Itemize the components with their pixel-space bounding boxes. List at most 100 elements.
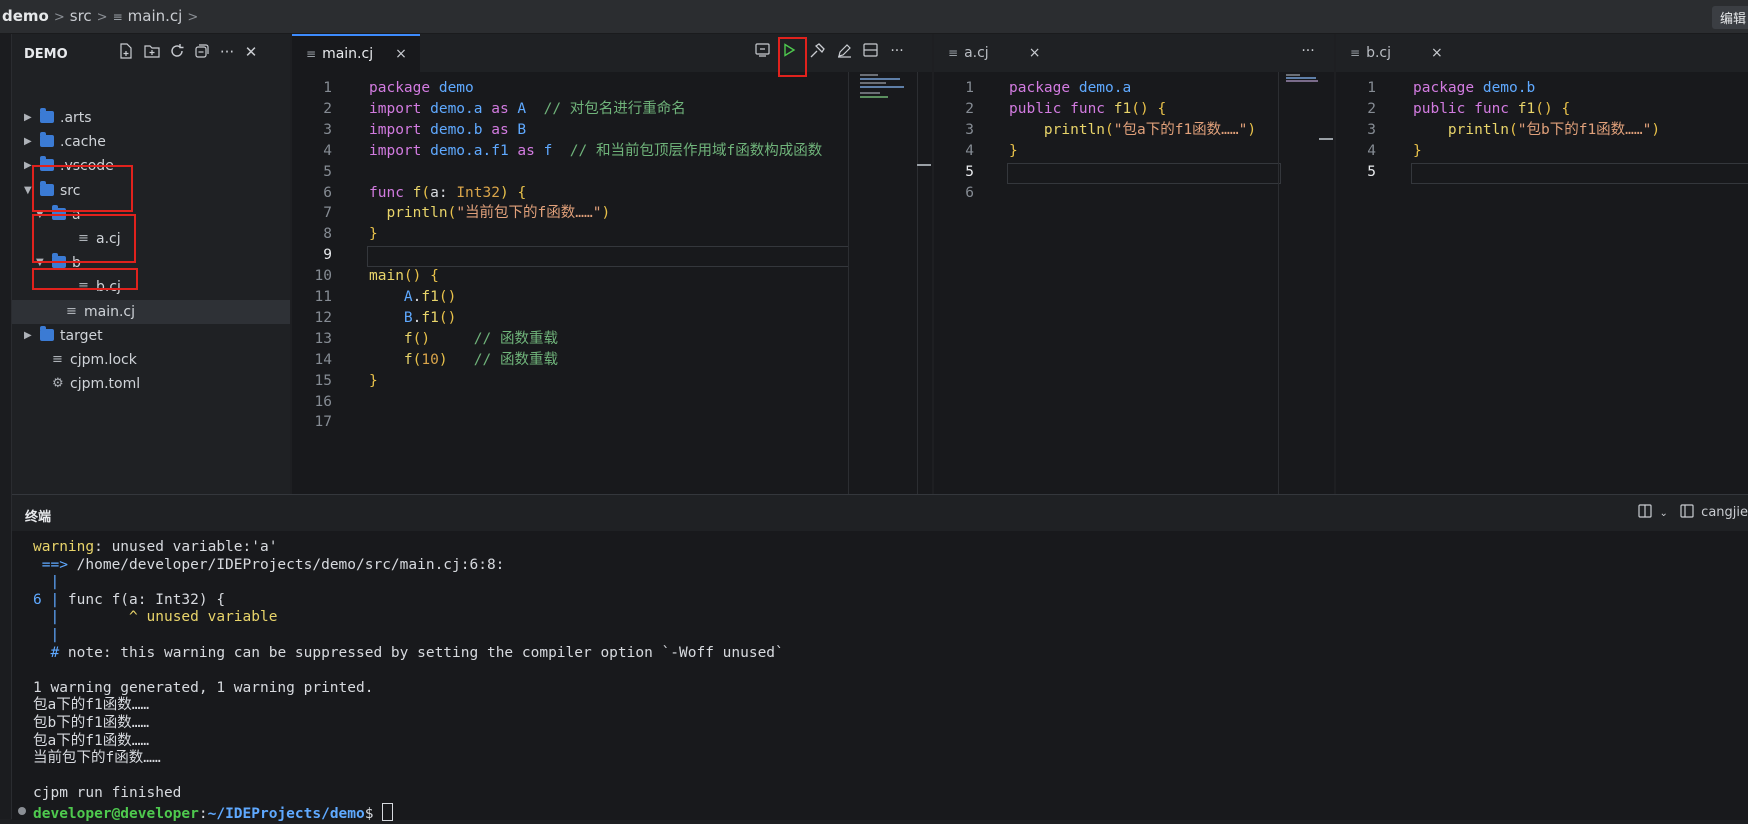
chevron-down-icon[interactable]: ⌄ — [1660, 508, 1668, 519]
scrollbar-marker — [1319, 138, 1333, 140]
folder-icon — [40, 111, 54, 123]
terminal-line: 当前包下的f函数…… — [33, 750, 161, 768]
scrollbar-marker — [917, 164, 931, 166]
minimap[interactable] — [1286, 74, 1322, 84]
terminal-line: 包a下的f1函数…… — [33, 733, 149, 751]
minimap[interactable] — [860, 74, 912, 104]
code-text: } — [1413, 141, 1422, 162]
terminal-line: ==> /home/developer/IDEProjects/demo/src… — [33, 557, 504, 575]
split-terminal-icon[interactable] — [1638, 504, 1652, 522]
code-text: public func f1() { — [1009, 99, 1166, 120]
code-token: "包b下的f1函数……" — [1518, 122, 1652, 138]
gear-icon: ⚙ — [52, 372, 64, 396]
line-number: 9 — [292, 245, 332, 266]
tab-close-button[interactable]: × — [1029, 45, 1041, 61]
main-cj-highlight — [32, 268, 138, 290]
more-icon[interactable]: ··· — [217, 42, 237, 62]
collapse-all-icon[interactable] — [192, 43, 212, 63]
code-token: () — [1535, 101, 1552, 117]
terminal-text: | — [33, 609, 59, 625]
breadcrumb-separator: > — [97, 10, 108, 25]
tree-item-target[interactable]: ▶ target — [12, 324, 290, 348]
tree-item-label: target — [60, 324, 103, 348]
tree-item-arts[interactable]: ▶.arts — [12, 106, 290, 130]
tree-item-cache[interactable]: ▶.cache — [12, 130, 290, 154]
chevron-right-icon[interactable]: ▶ — [24, 130, 32, 154]
code-line: 17 — [292, 412, 932, 433]
terminal-text: 1 warning generated, 1 warning printed. — [33, 680, 373, 696]
preview-icon[interactable] — [752, 43, 772, 63]
breadcrumb-item-main-cj[interactable]: main.cj — [128, 7, 183, 25]
terminal-line: 6 | func f(a: Int32) { — [33, 592, 225, 610]
tab-close-button[interactable]: × — [1431, 45, 1443, 61]
terminal-text: cjpm run finished — [33, 785, 181, 801]
panel-header: 终端 ⌄ cangjie — [12, 495, 1748, 531]
code-text: main() { — [369, 266, 439, 287]
tab-bar: ≡a.cj× ··· — [934, 34, 1334, 72]
new-folder-icon[interactable] — [142, 43, 162, 63]
line-number: 1 — [292, 78, 332, 99]
tree-item-maincj[interactable]: ≡main.cj — [12, 300, 290, 324]
line-number: 6 — [934, 183, 974, 204]
tree-item-label: main.cj — [84, 300, 135, 324]
breadcrumb-item-demo[interactable]: demo — [2, 7, 49, 25]
code-token: A — [517, 101, 526, 117]
code-token: } — [1009, 143, 1018, 159]
line-number: 2 — [1336, 99, 1376, 120]
more-icon[interactable]: ··· — [887, 41, 907, 61]
line-number: 2 — [292, 99, 332, 120]
line-number: 4 — [934, 141, 974, 162]
code-line: 1package demo.a — [934, 78, 1334, 99]
list-file-icon: ≡ — [52, 348, 63, 372]
terminal-line: # note: this warning can be suppressed b… — [33, 645, 784, 663]
tree-item-label: cjpm.toml — [70, 372, 140, 396]
line-number: 14 — [292, 350, 332, 371]
refresh-icon[interactable] — [167, 43, 187, 63]
code-token: demo.a — [430, 101, 482, 117]
tab-a-cj[interactable]: ≡a.cj× — [934, 34, 1062, 72]
edit-icon[interactable] — [834, 43, 854, 64]
breadcrumb-item-src[interactable]: src — [70, 7, 92, 25]
code-token: f1 — [1518, 101, 1535, 117]
tab-b-cj[interactable]: ≡b.cj× — [1336, 34, 1464, 72]
code-line: 2import demo.a as A // 对包名进行重命名 — [292, 99, 932, 120]
code-line: 2public func f1() { — [1336, 99, 1748, 120]
tree-item-cjpmtoml[interactable]: ⚙cjpm.toml — [12, 372, 290, 396]
code-text: } — [1009, 141, 1018, 162]
terminal-icon[interactable] — [1680, 504, 1694, 522]
code-line: 1package demo.b — [1336, 78, 1748, 99]
new-file-icon[interactable] — [116, 43, 136, 63]
chevron-right-icon[interactable]: ▶ — [24, 324, 32, 348]
code-token: f — [404, 331, 413, 347]
line-number: 11 — [292, 287, 332, 308]
terminal-text: | — [33, 627, 59, 643]
chevron-right-icon[interactable]: ▶ — [24, 106, 32, 130]
more-icon[interactable]: ··· — [1298, 41, 1318, 61]
code-token — [369, 352, 404, 368]
code-token: println — [1448, 122, 1509, 138]
explorer-title: DEMO — [24, 47, 68, 62]
terminal-name[interactable]: cangjie — [1701, 505, 1748, 520]
code-line: 3 println("包b下的f1函数……") — [1336, 120, 1748, 141]
tab-close-button[interactable]: × — [395, 46, 407, 62]
code-text: } — [369, 371, 378, 392]
chevron-down-icon[interactable]: ▼ — [24, 179, 32, 203]
breadcrumb-separator: > — [187, 10, 198, 25]
chevron-right-icon[interactable]: ▶ — [24, 154, 32, 178]
edit-button[interactable]: 编辑 — [1712, 6, 1748, 29]
code-text: A.f1() — [369, 287, 456, 308]
code-token: func — [369, 185, 413, 201]
code-token: demo.a.f1 — [430, 143, 509, 159]
terminal-line: cjpm run finished — [33, 785, 181, 803]
code-text: println("包b下的f1函数……") — [1413, 120, 1660, 141]
tab-main-cj[interactable]: ≡main.cj× — [292, 34, 420, 72]
list-file-icon: ≡ — [113, 10, 123, 24]
editor-group-b: ≡b.cj× 1package demo.b2public func f1() … — [1336, 34, 1748, 494]
line-number: 6 — [292, 183, 332, 204]
line-number: 5 — [1336, 162, 1376, 183]
tree-item-cjpmlock[interactable]: ≡cjpm.lock — [12, 348, 290, 372]
build-icon[interactable] — [807, 43, 827, 65]
split-icon[interactable] — [860, 43, 880, 63]
tab-label: main.cj — [322, 46, 373, 62]
close-icon[interactable]: ✕ — [241, 42, 261, 62]
